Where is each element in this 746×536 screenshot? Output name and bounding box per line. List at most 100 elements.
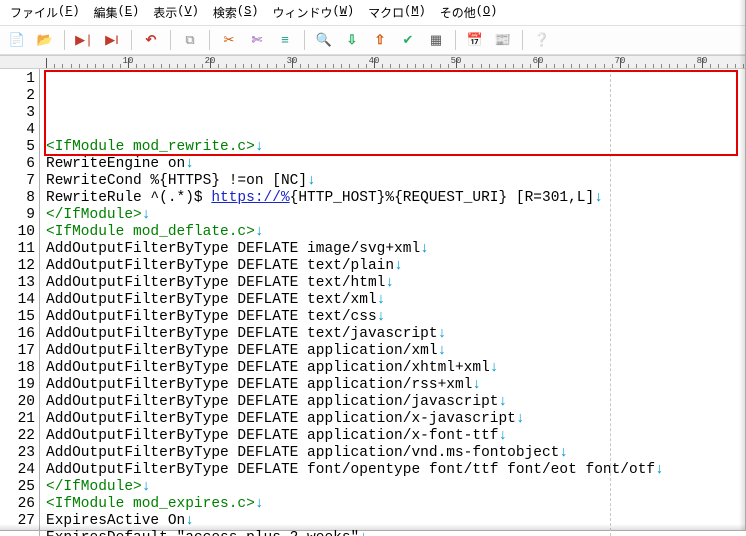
code-line[interactable]: <IfModule mod_deflate.c>↓ (46, 224, 745, 241)
code-text: <IfModule mod_expires.c> (46, 496, 255, 512)
line-number: 21 (0, 411, 35, 428)
eol-marker: ↓ (307, 173, 316, 189)
eol-marker: ↓ (377, 309, 386, 325)
line-number: 23 (0, 445, 35, 462)
ruler-tick-label: 50 (451, 56, 462, 66)
find-prev-icon[interactable]: ⇧ (369, 29, 391, 51)
code-line[interactable]: AddOutputFilterByType DEFLATE applicatio… (46, 343, 745, 360)
code-line[interactable]: AddOutputFilterByType DEFLATE applicatio… (46, 428, 745, 445)
ruler-tick-label: 70 (615, 56, 626, 66)
code-line[interactable]: RewriteRule ^(.*)$ https://%{HTTP_HOST}%… (46, 190, 745, 207)
check-icon[interactable]: ✔ (397, 29, 419, 51)
code-line[interactable]: <IfModule mod_rewrite.c>↓ (46, 139, 745, 156)
menu-edit[interactable]: 編集(E) (94, 4, 140, 21)
menu-macro[interactable]: マクロ(M) (368, 4, 426, 21)
code-line[interactable]: AddOutputFilterByType DEFLATE applicatio… (46, 445, 745, 462)
eol-marker: ↓ (255, 496, 264, 512)
code-text: AddOutputFilterByType DEFLATE applicatio… (46, 360, 490, 376)
grid-icon[interactable]: ▦ (425, 29, 447, 51)
code-text: RewriteEngine on (46, 156, 185, 172)
line-number: 15 (0, 309, 35, 326)
toolbar-separator (170, 30, 171, 50)
code-text: AddOutputFilterByType DEFLATE font/opent… (46, 462, 655, 478)
cut2-icon[interactable]: ✄ (246, 29, 268, 51)
code-line[interactable]: AddOutputFilterByType DEFLATE text/xml↓ (46, 292, 745, 309)
code-text: AddOutputFilterByType DEFLATE applicatio… (46, 377, 472, 393)
undo-icon[interactable]: ↶ (140, 29, 162, 51)
ruler-tick-label: 80 (697, 56, 708, 66)
code-text: AddOutputFilterByType DEFLATE image/svg+… (46, 241, 420, 257)
code-line[interactable]: AddOutputFilterByType DEFLATE font/opent… (46, 462, 745, 479)
find-icon[interactable]: 🔍 (313, 29, 335, 51)
code-line[interactable]: </IfModule>↓ (46, 479, 745, 496)
code-text: RewriteRule ^(.*)$ (46, 190, 211, 206)
code-line[interactable]: RewriteEngine on↓ (46, 156, 745, 173)
run-step-icon[interactable]: ▶‖ (101, 29, 123, 51)
toolbar-separator (522, 30, 523, 50)
eol-marker: ↓ (472, 377, 481, 393)
eol-marker: ↓ (594, 190, 603, 206)
menu-other[interactable]: その他(O) (440, 4, 498, 21)
eol-marker: ↓ (377, 292, 386, 308)
find-next-icon[interactable]: ⇩ (341, 29, 363, 51)
cut-icon[interactable]: ✂ (218, 29, 240, 51)
ruler-tick-label: 40 (369, 56, 380, 66)
toolbar-separator (209, 30, 210, 50)
wrap-guide (610, 69, 611, 536)
code-line[interactable]: AddOutputFilterByType DEFLATE image/svg+… (46, 241, 745, 258)
line-number: 11 (0, 241, 35, 258)
code-line[interactable]: <IfModule mod_expires.c>↓ (46, 496, 745, 513)
code-line[interactable]: ExpiresActive On↓ (46, 513, 745, 530)
copy-window-icon[interactable]: ⧉ (179, 29, 201, 51)
code-text: </IfModule> (46, 479, 142, 495)
code-line[interactable]: AddOutputFilterByType DEFLATE applicatio… (46, 394, 745, 411)
code-text: AddOutputFilterByType DEFLATE applicatio… (46, 411, 516, 427)
line-number: 5 (0, 139, 35, 156)
line-number: 27 (0, 513, 35, 530)
help-icon[interactable]: ❔ (531, 29, 553, 51)
line-number: 26 (0, 496, 35, 513)
eol-marker: ↓ (255, 224, 264, 240)
line-number: 7 (0, 173, 35, 190)
code-line[interactable]: AddOutputFilterByType DEFLATE applicatio… (46, 377, 745, 394)
code-line[interactable]: AddOutputFilterByType DEFLATE applicatio… (46, 411, 745, 428)
eol-marker: ↓ (438, 343, 447, 359)
menu-search[interactable]: 検索(S) (213, 4, 259, 21)
code-line[interactable]: AddOutputFilterByType DEFLATE text/html↓ (46, 275, 745, 292)
code-line[interactable]: AddOutputFilterByType DEFLATE applicatio… (46, 360, 745, 377)
line-number: 2 (0, 88, 35, 105)
code-area[interactable]: <IfModule mod_rewrite.c>↓RewriteEngine o… (40, 69, 745, 536)
eol-marker: ↓ (655, 462, 664, 478)
editor-area[interactable]: 1234567891011121314151617181920212223242… (0, 69, 745, 536)
code-line[interactable]: AddOutputFilterByType DEFLATE text/plain… (46, 258, 745, 275)
eol-marker: ↓ (385, 275, 394, 291)
menu-view[interactable]: 表示(V) (153, 4, 199, 21)
eol-marker: ↓ (438, 326, 447, 342)
run-icon[interactable]: ▶| (73, 29, 95, 51)
eol-marker: ↓ (490, 360, 499, 376)
new-file-icon[interactable]: 📄 (6, 29, 28, 51)
toolbar: 📄 📂 ▶| ▶‖ ↶ ⧉ ✂ ✄ ≡ 🔍 ⇩ ⇧ ✔ ▦ 📅 📰 ❔ (0, 26, 745, 55)
code-line[interactable]: RewriteCond %{HTTPS} !=on [NC]↓ (46, 173, 745, 190)
code-text: AddOutputFilterByType DEFLATE text/css (46, 309, 377, 325)
code-text: AddOutputFilterByType DEFLATE applicatio… (46, 394, 498, 410)
code-text: AddOutputFilterByType DEFLATE applicatio… (46, 428, 498, 444)
code-line[interactable]: AddOutputFilterByType DEFLATE text/css↓ (46, 309, 745, 326)
line-number: 18 (0, 360, 35, 377)
line-number: 25 (0, 479, 35, 496)
line-number: 16 (0, 326, 35, 343)
menu-bar: ファイル(F) 編集(E) 表示(V) 検索(S) ウィンドウ(W) マクロ(M… (0, 0, 745, 26)
code-text: ExpiresActive On (46, 513, 185, 529)
code-text: <IfModule mod_deflate.c> (46, 224, 255, 240)
paste-icon[interactable]: ≡ (274, 29, 296, 51)
code-text: AddOutputFilterByType DEFLATE text/html (46, 275, 385, 291)
menu-window[interactable]: ウィンドウ(W) (273, 4, 355, 21)
open-file-icon[interactable]: 📂 (34, 29, 56, 51)
code-line[interactable]: AddOutputFilterByType DEFLATE text/javas… (46, 326, 745, 343)
code-text: AddOutputFilterByType DEFLATE applicatio… (46, 445, 559, 461)
menu-file[interactable]: ファイル(F) (10, 4, 80, 21)
code-line[interactable]: </IfModule>↓ (46, 207, 745, 224)
code-text: {HTTP_HOST}%{REQUEST_URI} [R=301,L] (290, 190, 595, 206)
calendar-icon[interactable]: 📅 (464, 29, 486, 51)
insert-icon[interactable]: 📰 (492, 29, 514, 51)
